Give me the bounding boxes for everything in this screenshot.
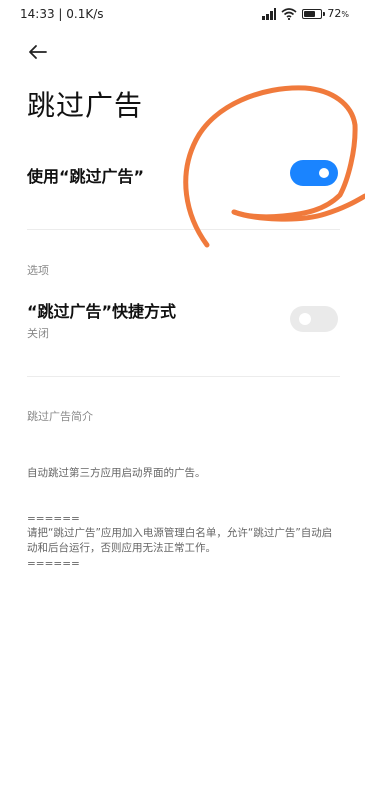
battery-percent-value: 72 <box>327 7 342 20</box>
status-time-speed: 14:33 | 0.1K/s <box>20 7 104 21</box>
intro-separator-bottom: ====== <box>27 558 80 570</box>
intro-note: 请把“跳过广告”应用加入电源管理白名单，允许“跳过广告”自动启动和后台运行，否则… <box>27 527 333 554</box>
divider <box>27 376 340 377</box>
wifi-icon <box>281 7 297 20</box>
options-section-label: 选项 <box>27 264 49 277</box>
use-skip-ads-label: 使用“跳过广告” <box>27 167 145 186</box>
battery-icon <box>302 8 326 19</box>
arrow-left-icon <box>29 45 47 59</box>
battery-percent: 72% <box>327 7 349 20</box>
signal-hd-icon <box>258 7 277 20</box>
battery-level-fill <box>304 10 316 17</box>
status-icons: 72% <box>258 7 349 20</box>
back-button[interactable] <box>22 38 52 66</box>
toggle-knob <box>299 313 311 325</box>
intro-separator-top: ====== <box>27 513 80 525</box>
intro-description: 自动跳过第三方应用启动界面的广告。 <box>27 467 206 479</box>
divider <box>27 229 340 230</box>
use-skip-ads-toggle[interactable] <box>290 160 338 186</box>
page-title: 跳过广告 <box>27 89 144 122</box>
battery-percent-unit: % <box>341 10 349 19</box>
toggle-knob <box>319 168 329 178</box>
shortcut-toggle[interactable] <box>290 306 338 332</box>
intro-section-label: 跳过广告简介 <box>27 410 93 423</box>
status-bar: 14:33 | 0.1K/s 72% <box>0 0 365 30</box>
